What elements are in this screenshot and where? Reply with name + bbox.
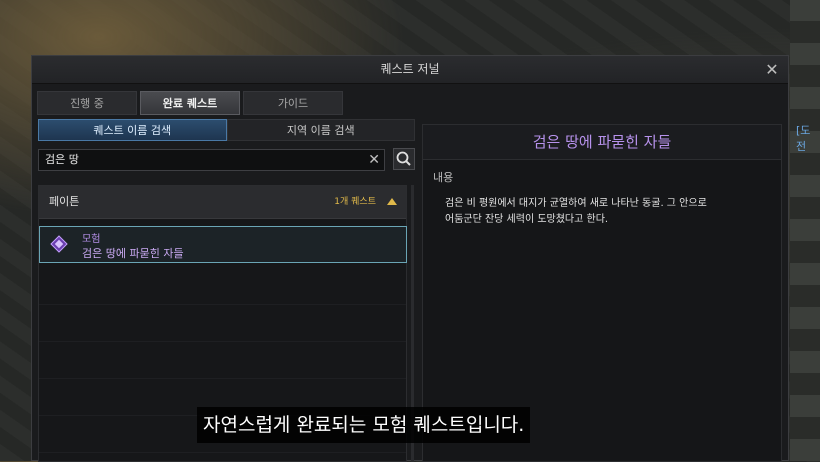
window-title: 퀘스트 저널 <box>380 62 440 76</box>
quest-description-line: 어둠군단 잔당 세력이 도망쳤다고 한다. <box>445 214 609 225</box>
quest-type-label: 모험 <box>82 234 101 245</box>
search-input[interactable]: 검은 땅 ✕ <box>38 149 385 171</box>
tab-guide[interactable]: 가이드 <box>243 91 343 115</box>
tab-completed-quests[interactable]: 완료 퀘스트 <box>140 91 240 115</box>
quest-count-badge: 1개 퀘스트 <box>334 197 376 207</box>
search-button[interactable] <box>393 148 415 170</box>
collapse-arrow-icon[interactable] <box>387 198 397 205</box>
clear-search-icon[interactable]: ✕ <box>368 150 380 170</box>
search-mode-tabs: 퀘스트 이름 검색 지역 이름 검색 <box>38 119 415 143</box>
search-icon <box>396 151 411 166</box>
adventure-quest-icon <box>50 235 68 253</box>
tab-search-by-quest-name[interactable]: 퀘스트 이름 검색 <box>38 119 227 141</box>
background-side-label: [도전 <box>796 124 811 153</box>
search-row: 검은 땅 ✕ <box>38 148 415 173</box>
video-subtitle: 자연스럽게 완료되는 모험 퀘스트입니다. <box>197 407 531 443</box>
quest-list-item[interactable]: 모험 검은 땅에 파묻힌 자들 <box>39 226 407 263</box>
region-name: 페이튼 <box>49 195 80 208</box>
close-icon[interactable]: ✕ <box>764 56 780 83</box>
quest-name-label: 검은 땅에 파묻힌 자들 <box>82 247 184 260</box>
region-group-header[interactable]: 페이튼 1개 퀘스트 <box>39 186 406 219</box>
description-section-label: 내용 <box>433 171 454 184</box>
quest-description-line: 검은 비 평원에서 대지가 균열하여 새로 나타난 동굴. 그 안으로 <box>445 198 707 209</box>
quest-description: 검은 비 평원에서 대지가 균열하여 새로 나타난 동굴. 그 안으로 어둠군단… <box>445 196 765 228</box>
tab-search-by-region-name[interactable]: 지역 이름 검색 <box>226 119 415 141</box>
search-input-value: 검은 땅 <box>45 153 79 166</box>
game-background-right <box>790 0 820 461</box>
journal-tabs: 진행 중 완료 퀘스트 가이드 <box>37 91 343 115</box>
quest-journal-window: 퀘스트 저널 ✕ 진행 중 완료 퀘스트 가이드 퀘스트 이름 검색 지역 이름… <box>31 55 789 462</box>
window-titlebar[interactable]: 퀘스트 저널 ✕ <box>32 56 788 84</box>
tab-in-progress[interactable]: 진행 중 <box>37 91 137 115</box>
quest-detail-title: 검은 땅에 파묻힌 자들 <box>423 125 781 160</box>
